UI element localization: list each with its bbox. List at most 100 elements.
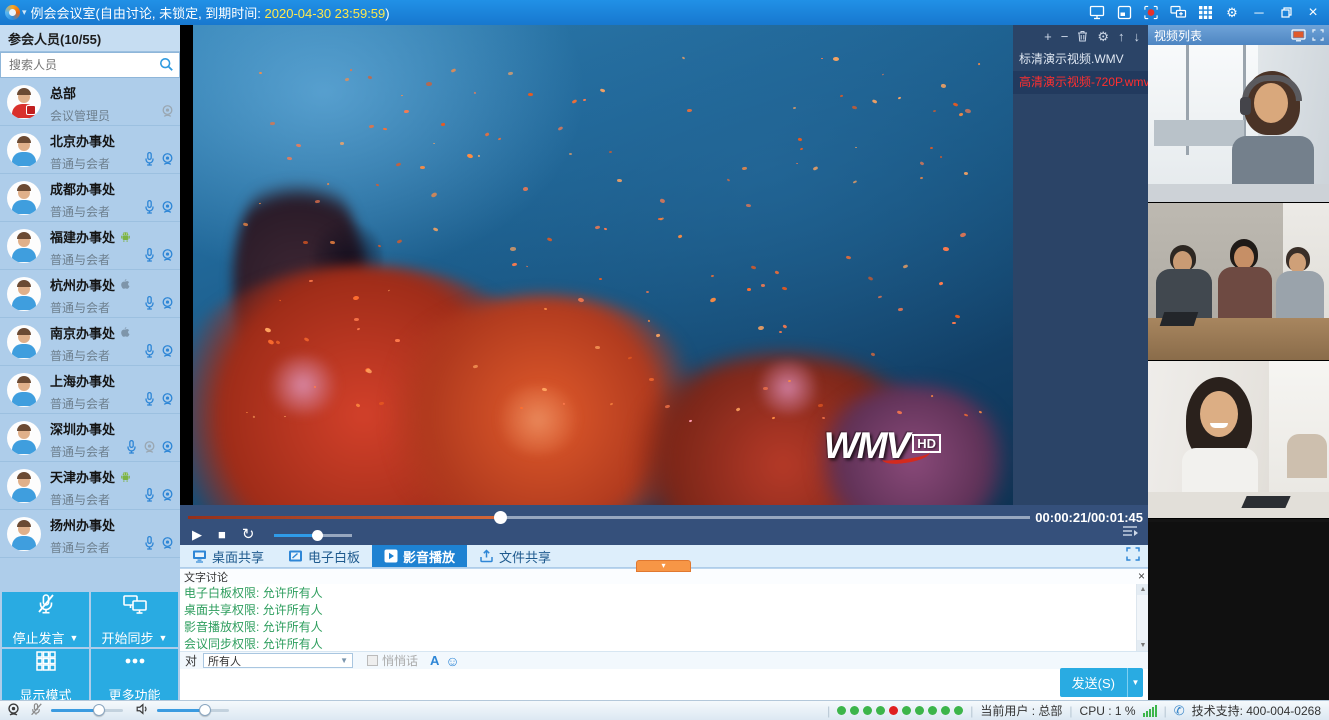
- move-up-icon[interactable]: ↑: [1118, 31, 1125, 43]
- expand-panel-icon[interactable]: [1312, 29, 1324, 42]
- chat-input-area[interactable]: 发送(S) ▼: [180, 669, 1148, 701]
- webcam-icon[interactable]: [160, 391, 175, 407]
- mic-volume-handle[interactable]: [93, 704, 105, 716]
- start-sync-button[interactable]: 开始同步▼: [91, 592, 178, 647]
- mic-icon[interactable]: [142, 247, 157, 263]
- mic-icon[interactable]: [142, 151, 157, 167]
- trash-icon[interactable]: [1077, 30, 1088, 44]
- video-thumbnail[interactable]: [1148, 45, 1329, 203]
- participant-row[interactable]: 上海办事处普通与会者: [0, 366, 180, 414]
- video-window-icon[interactable]: [1291, 29, 1306, 42]
- chat-close-icon[interactable]: ×: [1138, 571, 1145, 582]
- chevron-down-icon[interactable]: ▼: [70, 633, 79, 643]
- collapse-handle[interactable]: ▾: [636, 560, 691, 572]
- volume-slider[interactable]: [274, 534, 352, 537]
- search-icon[interactable]: [159, 57, 174, 77]
- record-icon[interactable]: [1141, 4, 1161, 22]
- window-mode-icon[interactable]: [1114, 4, 1134, 22]
- more-functions-button[interactable]: 更多功能: [91, 649, 178, 704]
- participant-row[interactable]: 成都办事处普通与会者: [0, 174, 180, 222]
- statusbar: | | 当前用户 : 总部 | CPU : 1 % | ✆ 技术支持: 400-…: [0, 700, 1329, 720]
- participant-row[interactable]: 福建办事处普通与会者: [0, 222, 180, 270]
- webcam-icon[interactable]: [160, 439, 175, 455]
- participant-row[interactable]: 扬州办事处普通与会者: [0, 510, 180, 558]
- tab-media-playback[interactable]: 影音播放: [372, 545, 467, 567]
- seek-bar[interactable]: [188, 516, 1030, 519]
- speaker-volume-slider[interactable]: [157, 709, 229, 712]
- send-options-icon[interactable]: ▼: [1127, 668, 1143, 697]
- search-input[interactable]: [0, 52, 180, 78]
- webcam-status-icon[interactable]: [6, 702, 21, 720]
- play-button[interactable]: ▶: [192, 527, 202, 543]
- participant-device-icons: [142, 343, 175, 359]
- webcam-icon[interactable]: [142, 439, 157, 455]
- webcam-icon[interactable]: [160, 103, 175, 119]
- media-playlist-panel: + − ⚙ ↑ ↓ 标清演示视频.WMV高清演示视频-720P.wmv删除: [1013, 25, 1148, 505]
- participant-row[interactable]: 天津办事处普通与会者: [0, 462, 180, 510]
- close-icon[interactable]: ×: [1303, 4, 1323, 22]
- webcam-icon[interactable]: [160, 487, 175, 503]
- add-media-icon[interactable]: +: [1044, 31, 1052, 43]
- chevron-down-icon[interactable]: ▼: [159, 633, 168, 643]
- participant-row[interactable]: 北京办事处普通与会者: [0, 126, 180, 174]
- display-mode-button[interactable]: 显示模式: [2, 649, 89, 704]
- webcam-icon[interactable]: [160, 151, 175, 167]
- video-thumbnail[interactable]: [1148, 361, 1329, 519]
- font-style-button[interactable]: A: [430, 653, 439, 668]
- quality-dot: [915, 706, 924, 715]
- display-grid-icon[interactable]: [1195, 4, 1215, 22]
- playlist-toggle-icon[interactable]: [1122, 524, 1138, 542]
- webcam-icon[interactable]: [160, 199, 175, 215]
- mic-volume-slider[interactable]: [51, 709, 123, 712]
- restore-icon[interactable]: [1276, 4, 1296, 22]
- chat-scrollbar[interactable]: ▲ ▼: [1136, 584, 1148, 651]
- participant-row[interactable]: 深圳办事处普通与会者: [0, 414, 180, 462]
- mic-icon[interactable]: [142, 343, 157, 359]
- tab-whiteboard[interactable]: 电子白板: [276, 545, 372, 567]
- participant-row[interactable]: 总部会议管理员: [0, 78, 180, 126]
- screen-share-icon[interactable]: [1087, 4, 1107, 22]
- mic-muted-status-icon[interactable]: [29, 702, 43, 720]
- mic-icon[interactable]: [142, 535, 157, 551]
- playlist-settings-icon[interactable]: ⚙: [1097, 31, 1109, 43]
- video-thumbnail[interactable]: [1148, 203, 1329, 361]
- speaker-volume-handle[interactable]: [199, 704, 211, 716]
- mic-icon[interactable]: [142, 295, 157, 311]
- avatar: [7, 517, 41, 551]
- webcam-icon[interactable]: [160, 535, 175, 551]
- mic-icon[interactable]: [142, 487, 157, 503]
- whisper-checkbox[interactable]: [367, 655, 378, 666]
- webcam-icon[interactable]: [160, 343, 175, 359]
- participant-name: 成都办事处: [50, 179, 115, 198]
- move-down-icon[interactable]: ↓: [1134, 31, 1141, 43]
- seek-handle[interactable]: [494, 511, 507, 524]
- volume-handle[interactable]: [312, 530, 323, 541]
- tab-desktop-share[interactable]: 桌面共享: [180, 545, 276, 567]
- playlist-item[interactable]: 标清演示视频.WMV: [1013, 48, 1148, 71]
- emoji-button[interactable]: ☺: [445, 653, 459, 669]
- menu-chevron-icon[interactable]: ▾: [22, 7, 27, 18]
- send-button[interactable]: 发送(S): [1060, 668, 1127, 697]
- tab-file-share[interactable]: 文件共享: [467, 545, 563, 567]
- minimize-icon[interactable]: ─: [1249, 4, 1269, 22]
- android-icon: [119, 230, 132, 243]
- participant-row[interactable]: 南京办事处普通与会者: [0, 318, 180, 366]
- participant-row[interactable]: 杭州办事处普通与会者: [0, 270, 180, 318]
- recipient-select[interactable]: 所有人▼: [203, 653, 353, 668]
- stop-speaking-button[interactable]: 停止发言▼: [2, 592, 89, 647]
- settings-icon[interactable]: ⚙: [1222, 4, 1242, 22]
- speaker-icon[interactable]: [135, 702, 149, 719]
- network-sync-icon[interactable]: [1168, 4, 1188, 22]
- remove-media-icon[interactable]: −: [1061, 31, 1069, 43]
- webcam-icon[interactable]: [160, 295, 175, 311]
- participant-role: 普通与会者: [50, 299, 131, 316]
- replay-button[interactable]: ↻: [242, 527, 255, 543]
- mic-icon[interactable]: [142, 391, 157, 407]
- media-play-icon: [384, 549, 398, 563]
- stop-button[interactable]: ■: [218, 527, 226, 543]
- webcam-icon[interactable]: [160, 247, 175, 263]
- mic-icon[interactable]: [142, 199, 157, 215]
- mic-icon[interactable]: [124, 439, 139, 455]
- playlist-item[interactable]: 高清演示视频-720P.wmv删除: [1013, 71, 1148, 94]
- fullscreen-icon[interactable]: [1126, 547, 1140, 566]
